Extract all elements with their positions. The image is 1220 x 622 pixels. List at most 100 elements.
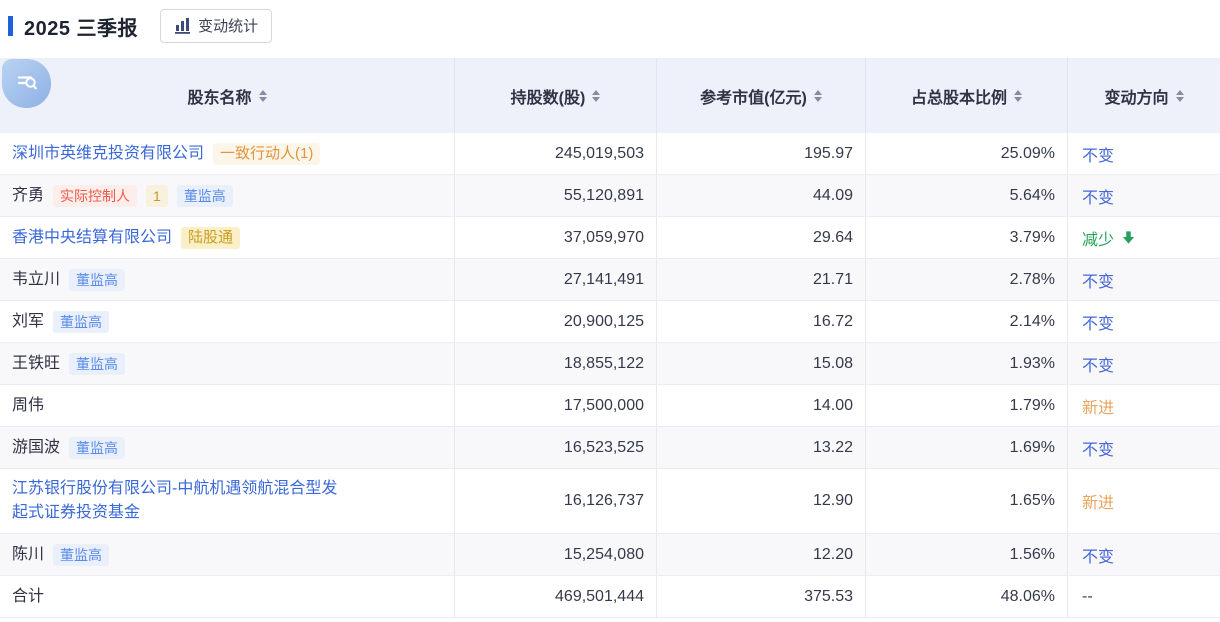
ratio-cell: 5.64% bbox=[866, 175, 1068, 216]
change-cell: 不变 bbox=[1068, 133, 1220, 174]
change-label: 不变 bbox=[1082, 310, 1114, 334]
tag-exec: 董监高 bbox=[69, 437, 125, 459]
sort-carets-icon bbox=[1014, 90, 1022, 102]
table-row: 王铁旺董监高18,855,12215.081.93%不变 bbox=[0, 343, 1220, 385]
search-filter-badge[interactable] bbox=[2, 59, 51, 108]
table-row: 陈川董监高15,254,08012.201.56%不变 bbox=[0, 534, 1220, 576]
sort-carets-icon bbox=[814, 90, 822, 102]
column-header-market-value[interactable]: 参考市值(亿元) bbox=[657, 58, 866, 133]
ratio-cell: 2.78% bbox=[866, 259, 1068, 300]
table-row: 齐勇实际控制人1董监高55,120,89144.095.64%不变 bbox=[0, 175, 1220, 217]
change-label: -- bbox=[1082, 588, 1093, 606]
page-title: 2025 三季报 bbox=[24, 12, 138, 41]
change-label: 不变 bbox=[1082, 268, 1114, 292]
ratio-cell: 3.79% bbox=[866, 217, 1068, 258]
shareholder-name-cell: 江苏银行股份有限公司-中航机遇领航混合型发起式证券投资基金 bbox=[0, 469, 455, 533]
shareholder-name: 王铁旺 bbox=[12, 352, 60, 376]
change-stats-button[interactable]: 变动统计 bbox=[160, 9, 272, 43]
change-cell: 不变 bbox=[1068, 427, 1220, 468]
shareholder-name-cell: 游国波董监高 bbox=[0, 427, 455, 468]
table-row: 游国波董监高16,523,52513.221.69%不变 bbox=[0, 427, 1220, 469]
shareholder-name: 合计 bbox=[12, 585, 44, 609]
shareholder-name-cell: 陈川董监高 bbox=[0, 534, 455, 575]
change-label: 不变 bbox=[1082, 543, 1114, 567]
shares-cell: 16,523,525 bbox=[455, 427, 657, 468]
table-row: 香港中央结算有限公司陆股通37,059,97029.643.79%减少 bbox=[0, 217, 1220, 259]
shareholder-name-cell: 刘军董监高 bbox=[0, 301, 455, 342]
table-row: 韦立川董监高27,141,49121.712.78% 不变 bbox=[0, 259, 1220, 301]
tag-concert: 一致行动人(1) bbox=[213, 143, 320, 165]
table-row: 刘军董监高20,900,12516.722.14%不变 bbox=[0, 301, 1220, 343]
ratio-cell: 2.14% bbox=[866, 301, 1068, 342]
column-header-shares[interactable]: 持股数(股) bbox=[455, 58, 657, 133]
tag-exec: 董监高 bbox=[53, 311, 109, 333]
shares-cell: 15,254,080 bbox=[455, 534, 657, 575]
change-stats-label: 变动统计 bbox=[198, 15, 258, 36]
shareholder-name-cell: 合计 bbox=[0, 576, 455, 617]
ratio-cell: 1.69% bbox=[866, 427, 1068, 468]
list-search-icon bbox=[14, 68, 40, 99]
shares-cell: 27,141,491 bbox=[455, 259, 657, 300]
column-header-change-direction[interactable]: 变动方向 bbox=[1068, 58, 1220, 133]
table-row: 江苏银行股份有限公司-中航机遇领航混合型发起式证券投资基金 16,126,7371… bbox=[0, 469, 1220, 534]
sort-carets-icon bbox=[1176, 90, 1184, 102]
report-title-bar: 2025 三季报 变动统计 bbox=[0, 0, 1220, 58]
column-label: 股东名称 bbox=[187, 84, 251, 108]
ratio-cell: 48.06% bbox=[866, 576, 1068, 617]
shares-cell: 17,500,000 bbox=[455, 385, 657, 426]
shareholder-name-link[interactable]: 江苏银行股份有限公司-中航机遇领航混合型发起式证券投资基金 bbox=[12, 477, 342, 525]
tag-controller: 实际控制人 bbox=[53, 185, 137, 207]
market-value-cell: 15.08 bbox=[657, 343, 866, 384]
change-label: 不变 bbox=[1082, 142, 1114, 166]
shareholder-name-cell: 周伟 bbox=[0, 385, 455, 426]
decrease-arrow-icon bbox=[1121, 230, 1136, 245]
change-cell: 不变 bbox=[1068, 175, 1220, 216]
change-label: 不变 bbox=[1082, 436, 1114, 460]
table-header-row: 股东名称 持股数(股) 参考市值(亿元) 占总股本比例 变动方向 bbox=[0, 58, 1220, 133]
sort-carets-icon bbox=[259, 90, 267, 102]
shareholder-name: 陈川 bbox=[12, 543, 44, 567]
shareholder-name: 刘军 bbox=[12, 310, 44, 334]
market-value-cell: 12.20 bbox=[657, 534, 866, 575]
change-cell: 不变 bbox=[1068, 259, 1220, 300]
tag-num: 1 bbox=[146, 185, 168, 207]
change-cell: 新进 bbox=[1068, 385, 1220, 426]
change-cell: -- bbox=[1068, 576, 1220, 617]
shareholder-name-cell: 深圳市英维克投资有限公司一致行动人(1) bbox=[0, 133, 455, 174]
total-row: 合计 469,501,444375.5348.06% -- bbox=[0, 576, 1220, 618]
market-value-cell: 12.90 bbox=[657, 469, 866, 533]
table-row: 深圳市英维克投资有限公司一致行动人(1)245,019,503195.9725.… bbox=[0, 133, 1220, 175]
change-cell: 减少 bbox=[1068, 217, 1220, 258]
ratio-cell: 1.93% bbox=[866, 343, 1068, 384]
tag-exec: 董监高 bbox=[69, 269, 125, 291]
shareholder-name-cell: 王铁旺董监高 bbox=[0, 343, 455, 384]
shares-cell: 16,126,737 bbox=[455, 469, 657, 533]
ratio-cell: 25.09% bbox=[866, 133, 1068, 174]
shareholder-name-link[interactable]: 香港中央结算有限公司 bbox=[12, 226, 172, 250]
column-header-shareholder-name[interactable]: 股东名称 bbox=[0, 58, 455, 133]
title-accent-bar bbox=[8, 16, 13, 36]
shareholder-name: 游国波 bbox=[12, 436, 60, 460]
column-label: 参考市值(亿元) bbox=[700, 84, 807, 108]
shareholder-name: 周伟 bbox=[12, 394, 44, 418]
shareholder-name-link[interactable]: 深圳市英维克投资有限公司 bbox=[12, 142, 204, 166]
market-value-cell: 195.97 bbox=[657, 133, 866, 174]
column-header-ratio[interactable]: 占总股本比例 bbox=[866, 58, 1068, 133]
tag-hk: 陆股通 bbox=[181, 227, 240, 249]
shareholder-name-cell: 韦立川董监高 bbox=[0, 259, 455, 300]
market-value-cell: 21.71 bbox=[657, 259, 866, 300]
market-value-cell: 13.22 bbox=[657, 427, 866, 468]
change-label: 不变 bbox=[1082, 184, 1114, 208]
market-value-cell: 16.72 bbox=[657, 301, 866, 342]
market-value-cell: 44.09 bbox=[657, 175, 866, 216]
market-value-cell: 375.53 bbox=[657, 576, 866, 617]
shares-cell: 469,501,444 bbox=[455, 576, 657, 617]
sort-carets-icon bbox=[592, 90, 600, 102]
bar-chart-icon bbox=[174, 17, 191, 34]
shareholder-name-cell: 香港中央结算有限公司陆股通 bbox=[0, 217, 455, 258]
change-cell: 不变 bbox=[1068, 534, 1220, 575]
table-body: 深圳市英维克投资有限公司一致行动人(1)245,019,503195.9725.… bbox=[0, 133, 1220, 618]
ratio-cell: 1.79% bbox=[866, 385, 1068, 426]
change-label: 减少 bbox=[1082, 226, 1114, 250]
column-label: 变动方向 bbox=[1104, 84, 1168, 108]
